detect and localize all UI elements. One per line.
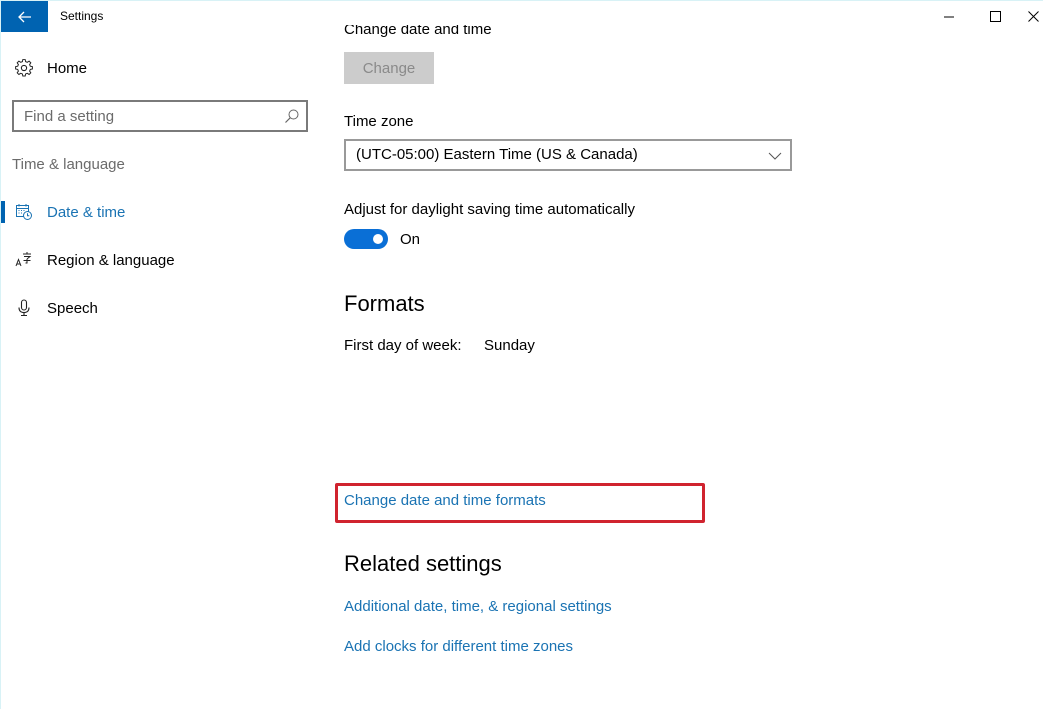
- chevron-down-icon: [768, 149, 782, 161]
- settings-window: Settings Home Find a setting Time & lang…: [0, 0, 1043, 709]
- change-date-time-title: Change date and time: [344, 25, 492, 38]
- calendar-clock-icon: [15, 203, 33, 221]
- sidebar-item-date-time-label: Date & time: [47, 203, 126, 221]
- time-zone-label: Time zone: [344, 113, 414, 130]
- section-label: Time & language: [12, 156, 125, 173]
- daylight-saving-toggle[interactable]: [344, 229, 388, 249]
- back-button[interactable]: [1, 1, 48, 32]
- daylight-saving-state: On: [400, 231, 421, 248]
- search-icon[interactable]: [284, 108, 300, 124]
- gear-icon: [15, 59, 33, 77]
- additional-regional-settings-link[interactable]: Additional date, time, & regional settin…: [344, 598, 612, 615]
- language-icon: [15, 251, 33, 269]
- first-day-of-week-value: Sunday: [484, 337, 535, 354]
- search-box[interactable]: [12, 100, 308, 132]
- app-title: Settings: [60, 9, 104, 23]
- sidebar-item-speech-label: Speech: [47, 299, 98, 317]
- time-zone-dropdown[interactable]: (UTC-05:00) Eastern Time (US & Canada): [344, 139, 792, 171]
- change-button[interactable]: Change: [344, 52, 434, 84]
- sidebar-item-date-time[interactable]: Date & time: [1, 192, 321, 232]
- related-settings-heading: Related settings: [344, 551, 502, 576]
- sidebar-item-region-language[interactable]: Region & language: [1, 240, 321, 280]
- add-clocks-link[interactable]: Add clocks for different time zones: [344, 638, 573, 655]
- sidebar-item-home[interactable]: Home: [1, 48, 321, 88]
- change-date-time-formats-link[interactable]: Change date and time formats: [344, 492, 546, 509]
- main-content: Change date and time Change Time zone (U…: [335, 1, 1043, 709]
- first-day-of-week-label: First day of week:: [344, 337, 462, 354]
- toggle-knob: [373, 234, 383, 244]
- sidebar-item-speech[interactable]: Speech: [1, 288, 321, 328]
- daylight-saving-label: Adjust for daylight saving time automati…: [344, 201, 635, 218]
- formats-heading: Formats: [344, 291, 425, 316]
- back-arrow-icon: [17, 11, 31, 22]
- microphone-icon: [15, 299, 33, 317]
- sidebar-item-region-language-label: Region & language: [47, 251, 175, 269]
- active-indicator: [1, 201, 5, 223]
- time-zone-selected: (UTC-05:00) Eastern Time (US & Canada): [356, 146, 638, 163]
- sidebar: Home Time & language: [1, 32, 321, 709]
- sidebar-item-home-label: Home: [47, 59, 88, 77]
- search-input[interactable]: [24, 105, 274, 127]
